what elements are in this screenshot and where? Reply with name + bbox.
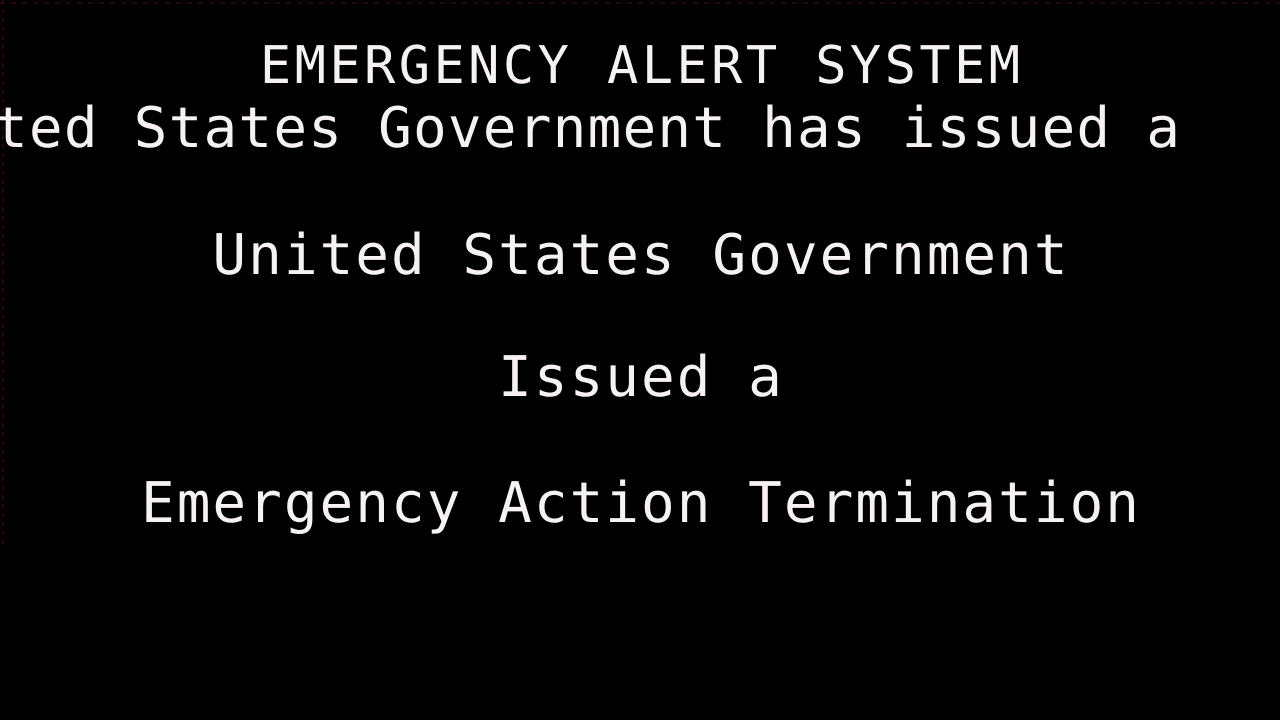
eas-body-line-originator: United States Government — [212, 223, 1070, 288]
top-edge-artifact-line — [0, 2, 1280, 4]
eas-blank-area — [0, 545, 1280, 720]
eas-body-line-issued: Issued a — [498, 345, 784, 410]
emergency-alert-screen: EMERGENCY ALERT SYSTEM ted States Govern… — [0, 0, 1280, 720]
eas-body-line-event-type: Emergency Action Termination — [140, 471, 1141, 536]
eas-header-title: EMERGENCY ALERT SYSTEM — [259, 36, 1024, 96]
eas-crawl-track: ted States Government has issued a — [0, 100, 1280, 158]
eas-crawl-text: ted States Government has issued a — [0, 100, 1182, 158]
